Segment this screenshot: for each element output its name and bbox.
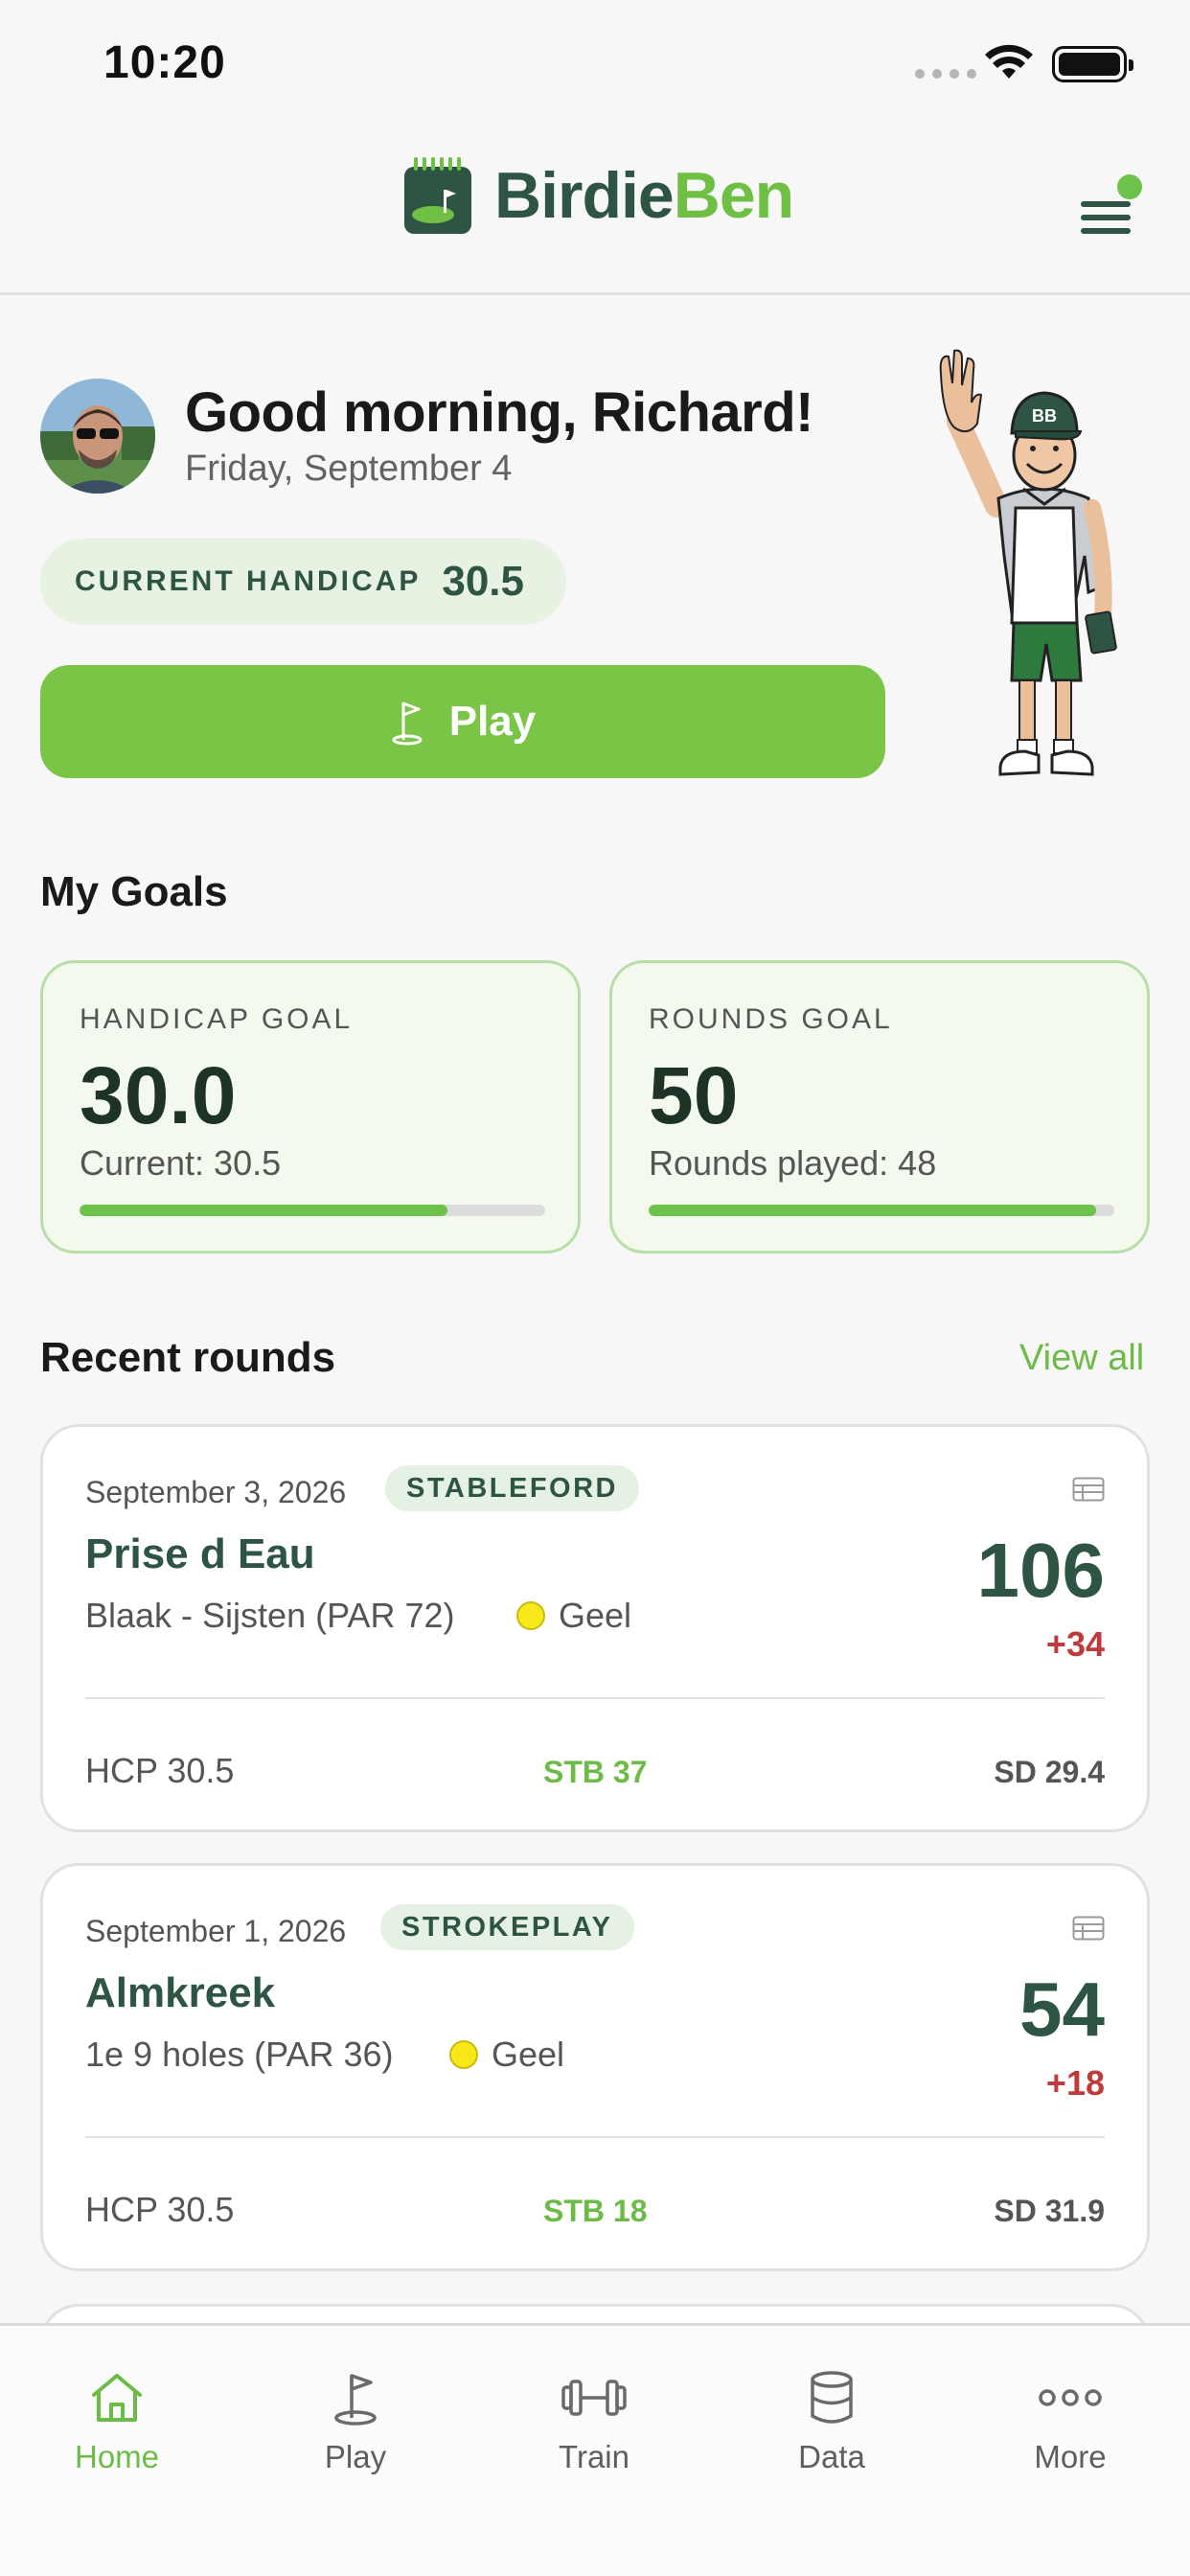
- tab-label: Play: [324, 2439, 387, 2474]
- round-date: September 3, 2026: [85, 1475, 347, 1509]
- handicap-label: CURRENT HANDICAP: [75, 565, 422, 597]
- goals-section-title: My Goals: [40, 868, 228, 915]
- rounds-goal-card[interactable]: ROUNDS GOAL 50 Rounds played: 48: [609, 960, 1150, 1254]
- round-course-name: Almkreek: [85, 1969, 276, 2016]
- battery-icon: [1052, 46, 1133, 82]
- tab-label: More: [1034, 2439, 1107, 2474]
- view-all-link[interactable]: View all: [1019, 1338, 1144, 1379]
- goal-subtext: Rounds played: 48: [649, 1143, 937, 1183]
- round-course-layout: 1e 9 holes (PAR 36): [85, 2035, 394, 2074]
- app-header: BirdieBen: [0, 125, 1190, 295]
- scorecard-icon[interactable]: [1072, 1477, 1105, 1502]
- divider: [85, 2136, 1105, 2138]
- goal-progress-fill: [80, 1205, 447, 1216]
- play-button-label: Play: [448, 698, 537, 745]
- current-handicap-pill: CURRENT HANDICAP 30.5: [40, 539, 566, 625]
- user-avatar[interactable]: [40, 379, 155, 494]
- tab-label: Train: [559, 2439, 629, 2474]
- round-score-differential: SD 31.9: [994, 2194, 1105, 2228]
- greeting-title: Good morning, Richard!: [185, 381, 813, 444]
- brand-logo: BirdieBen: [402, 155, 794, 236]
- database-icon: [811, 2371, 853, 2424]
- tab-label: Home: [74, 2439, 160, 2474]
- play-button[interactable]: Play: [40, 665, 885, 778]
- round-format-badge: STROKEPLAY: [380, 1904, 634, 1950]
- goal-progress-bar: [80, 1205, 545, 1216]
- round-tee: Geel: [449, 2035, 564, 2075]
- tee-color-dot: [516, 1601, 545, 1630]
- tab-data[interactable]: Data: [736, 2347, 927, 2475]
- home-icon: [92, 2374, 142, 2422]
- handicap-value: 30.5: [442, 558, 524, 605]
- round-score-vs-par: +34: [1045, 1624, 1105, 1664]
- tab-more[interactable]: More: [974, 2347, 1166, 2475]
- tee-label: Geel: [559, 1596, 632, 1635]
- round-score: 106: [976, 1528, 1105, 1613]
- avatar-photo: [40, 379, 155, 494]
- tee-label: Geel: [492, 2035, 565, 2074]
- svg-text:BB: BB: [1032, 406, 1057, 426]
- brand-name: BirdieBen: [494, 159, 794, 232]
- round-stableford-points: STB 18: [543, 2194, 648, 2228]
- caddie-mascot-illustration: BB: [939, 349, 1117, 776]
- tab-label: Data: [798, 2439, 865, 2474]
- goal-label: ROUNDS GOAL: [649, 1003, 893, 1035]
- round-course-layout: Blaak - Sijsten (PAR 72): [85, 1596, 455, 1635]
- round-stableford-points: STB 37: [543, 1755, 648, 1789]
- recent-rounds-title: Recent rounds: [40, 1334, 336, 1381]
- status-bar: 10:20: [0, 0, 1190, 125]
- round-handicap: HCP 30.5: [85, 1751, 235, 1790]
- scorecard-icon[interactable]: [1072, 1916, 1105, 1941]
- golf-flag-icon: [392, 702, 423, 746]
- round-score-differential: SD 29.4: [994, 1755, 1105, 1789]
- round-score-vs-par: +18: [1045, 2063, 1105, 2103]
- handicap-goal-card[interactable]: HANDICAP GOAL 30.0 Current: 30.5: [40, 960, 581, 1254]
- tab-home[interactable]: Home: [21, 2347, 213, 2475]
- round-card[interactable]: September 3, 2026 STABLEFORD Prise d Eau…: [40, 1424, 1150, 1832]
- goal-progress-fill: [649, 1205, 1096, 1216]
- menu-button[interactable]: [1075, 174, 1142, 242]
- tab-train[interactable]: Train: [498, 2347, 690, 2475]
- goal-progress-bar: [649, 1205, 1114, 1216]
- round-format-badge: STABLEFORD: [385, 1465, 640, 1511]
- notification-dot: [1117, 174, 1142, 199]
- scorecard-logo-icon: [404, 157, 471, 234]
- goal-subtext: Current: 30.5: [80, 1143, 282, 1183]
- round-tee: Geel: [516, 1596, 631, 1636]
- round-handicap: HCP 30.5: [85, 2190, 235, 2229]
- cellular-signal-icon: [915, 69, 976, 79]
- greeting-date: Friday, September 4: [185, 448, 513, 489]
- goal-value: 50: [649, 1050, 739, 1140]
- tee-color-dot: [449, 2040, 478, 2069]
- round-course-name: Prise d Eau: [85, 1530, 315, 1577]
- hamburger-line: [1081, 201, 1131, 207]
- wifi-icon: [985, 44, 1033, 79]
- hamburger-line: [1081, 215, 1131, 220]
- goal-value: 30.0: [80, 1050, 237, 1140]
- round-date: September 1, 2026: [85, 1914, 347, 1948]
- round-score: 54: [1019, 1966, 1105, 2052]
- flag-icon: [334, 2374, 377, 2426]
- divider: [85, 1697, 1105, 1699]
- status-time: 10:20: [103, 37, 226, 88]
- more-icon: [1039, 2389, 1102, 2406]
- hamburger-line: [1081, 228, 1131, 234]
- bottom-tab-bar: Home Play Train Data More: [0, 2323, 1190, 2576]
- dumbbell-icon: [561, 2380, 627, 2416]
- round-card[interactable]: September 1, 2026 STROKEPLAY Almkreek 1e…: [40, 1863, 1150, 2271]
- goal-label: HANDICAP GOAL: [80, 1003, 354, 1035]
- tab-play[interactable]: Play: [260, 2347, 451, 2475]
